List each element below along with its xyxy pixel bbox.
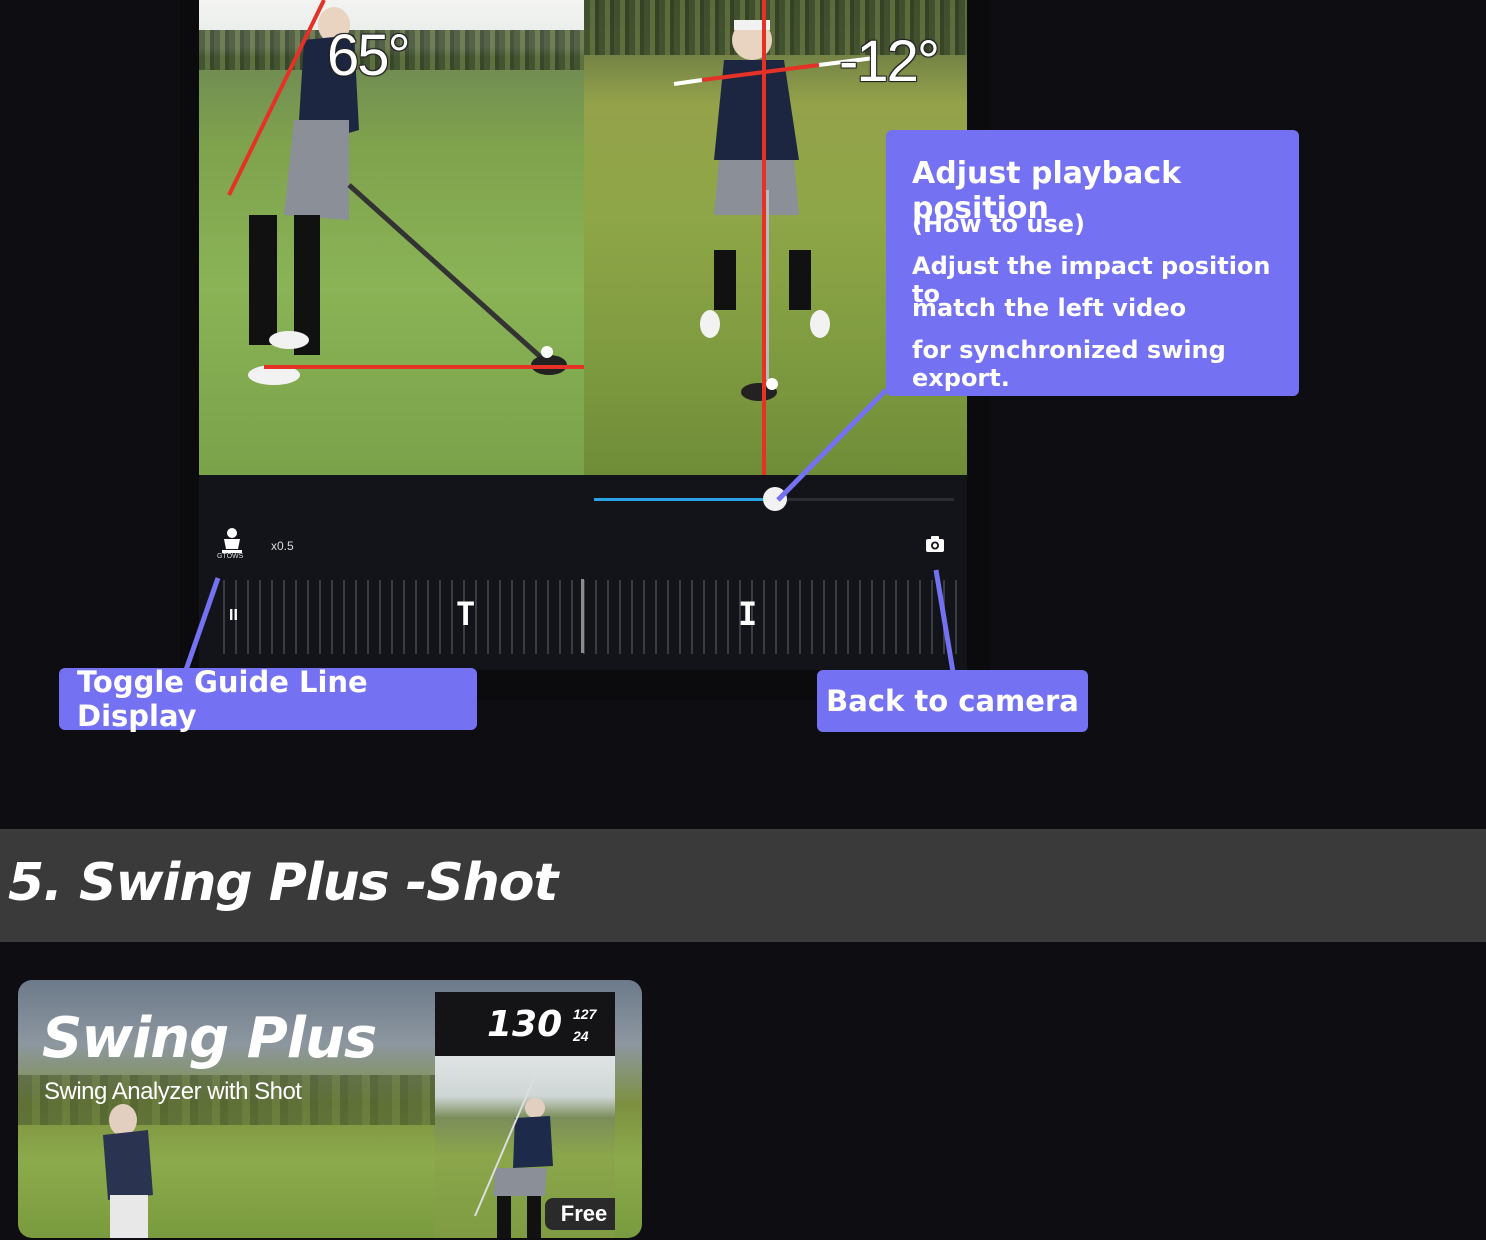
left-video: 65° — [199, 0, 584, 475]
banner-phone-mockup: 130 127 24 Free — [435, 992, 615, 1238]
playback-slider-knob[interactable] — [763, 487, 787, 511]
shot-stats-bar: 130 127 24 — [435, 992, 615, 1056]
left-angle-label: 65° — [327, 23, 411, 88]
section-header: 5. Swing Plus -Shot — [0, 829, 1486, 942]
callout-camera-text: Back to camera — [826, 684, 1079, 718]
section-title: 5. Swing Plus -Shot — [8, 853, 558, 913]
golfer-guide-icon — [222, 528, 242, 553]
shot-stat-bottom: 24 — [573, 1028, 589, 1044]
playback-controls: GTOWS x0.5 II T I — [199, 475, 967, 670]
swing-plus-banner[interactable]: Swing Plus Swing Analyzer with Shot 130 … — [18, 980, 642, 1238]
camera-icon — [926, 536, 944, 552]
pause-button[interactable]: II — [229, 607, 238, 625]
shot-stat-top: 127 — [573, 1006, 597, 1022]
guide-line-toggle-button[interactable]: GTOWS — [217, 527, 247, 563]
callout-playback-position: Adjust playback position (How to use) Ad… — [886, 130, 1299, 396]
callout-playback-line3: match the left video — [912, 294, 1187, 322]
shot-preview-image: Free — [435, 1056, 615, 1238]
callout-playback-line1: (How to use) — [912, 210, 1086, 238]
impact-marker[interactable]: I — [738, 595, 757, 633]
callout-playback-line4: for synchronized swing export. — [912, 336, 1226, 392]
banner-title: Swing Plus — [42, 1006, 377, 1071]
timeline-scrubber[interactable] — [213, 580, 958, 654]
free-badge: Free — [545, 1198, 615, 1230]
callout-back-to-camera: Back to camera — [817, 670, 1088, 732]
video-comparison: 65° -12° — [199, 0, 967, 475]
playback-slider[interactable] — [594, 487, 954, 511]
callout-guide-text: Toggle Guide Line Display — [77, 665, 368, 733]
right-angle-label: -12° — [839, 29, 940, 94]
playback-slider-fill — [594, 498, 776, 501]
timeline-playhead — [581, 579, 584, 653]
playback-speed-button[interactable]: x0.5 — [271, 539, 294, 553]
back-to-camera-button[interactable] — [925, 535, 945, 555]
top-marker[interactable]: T — [456, 595, 475, 633]
guide-icon-caption: GTOWS — [217, 553, 244, 560]
callout-guide-line: Toggle Guide Line Display — [59, 665, 477, 733]
shot-distance: 130 — [487, 1004, 563, 1045]
banner-subtitle: Swing Analyzer with Shot — [44, 1078, 302, 1105]
